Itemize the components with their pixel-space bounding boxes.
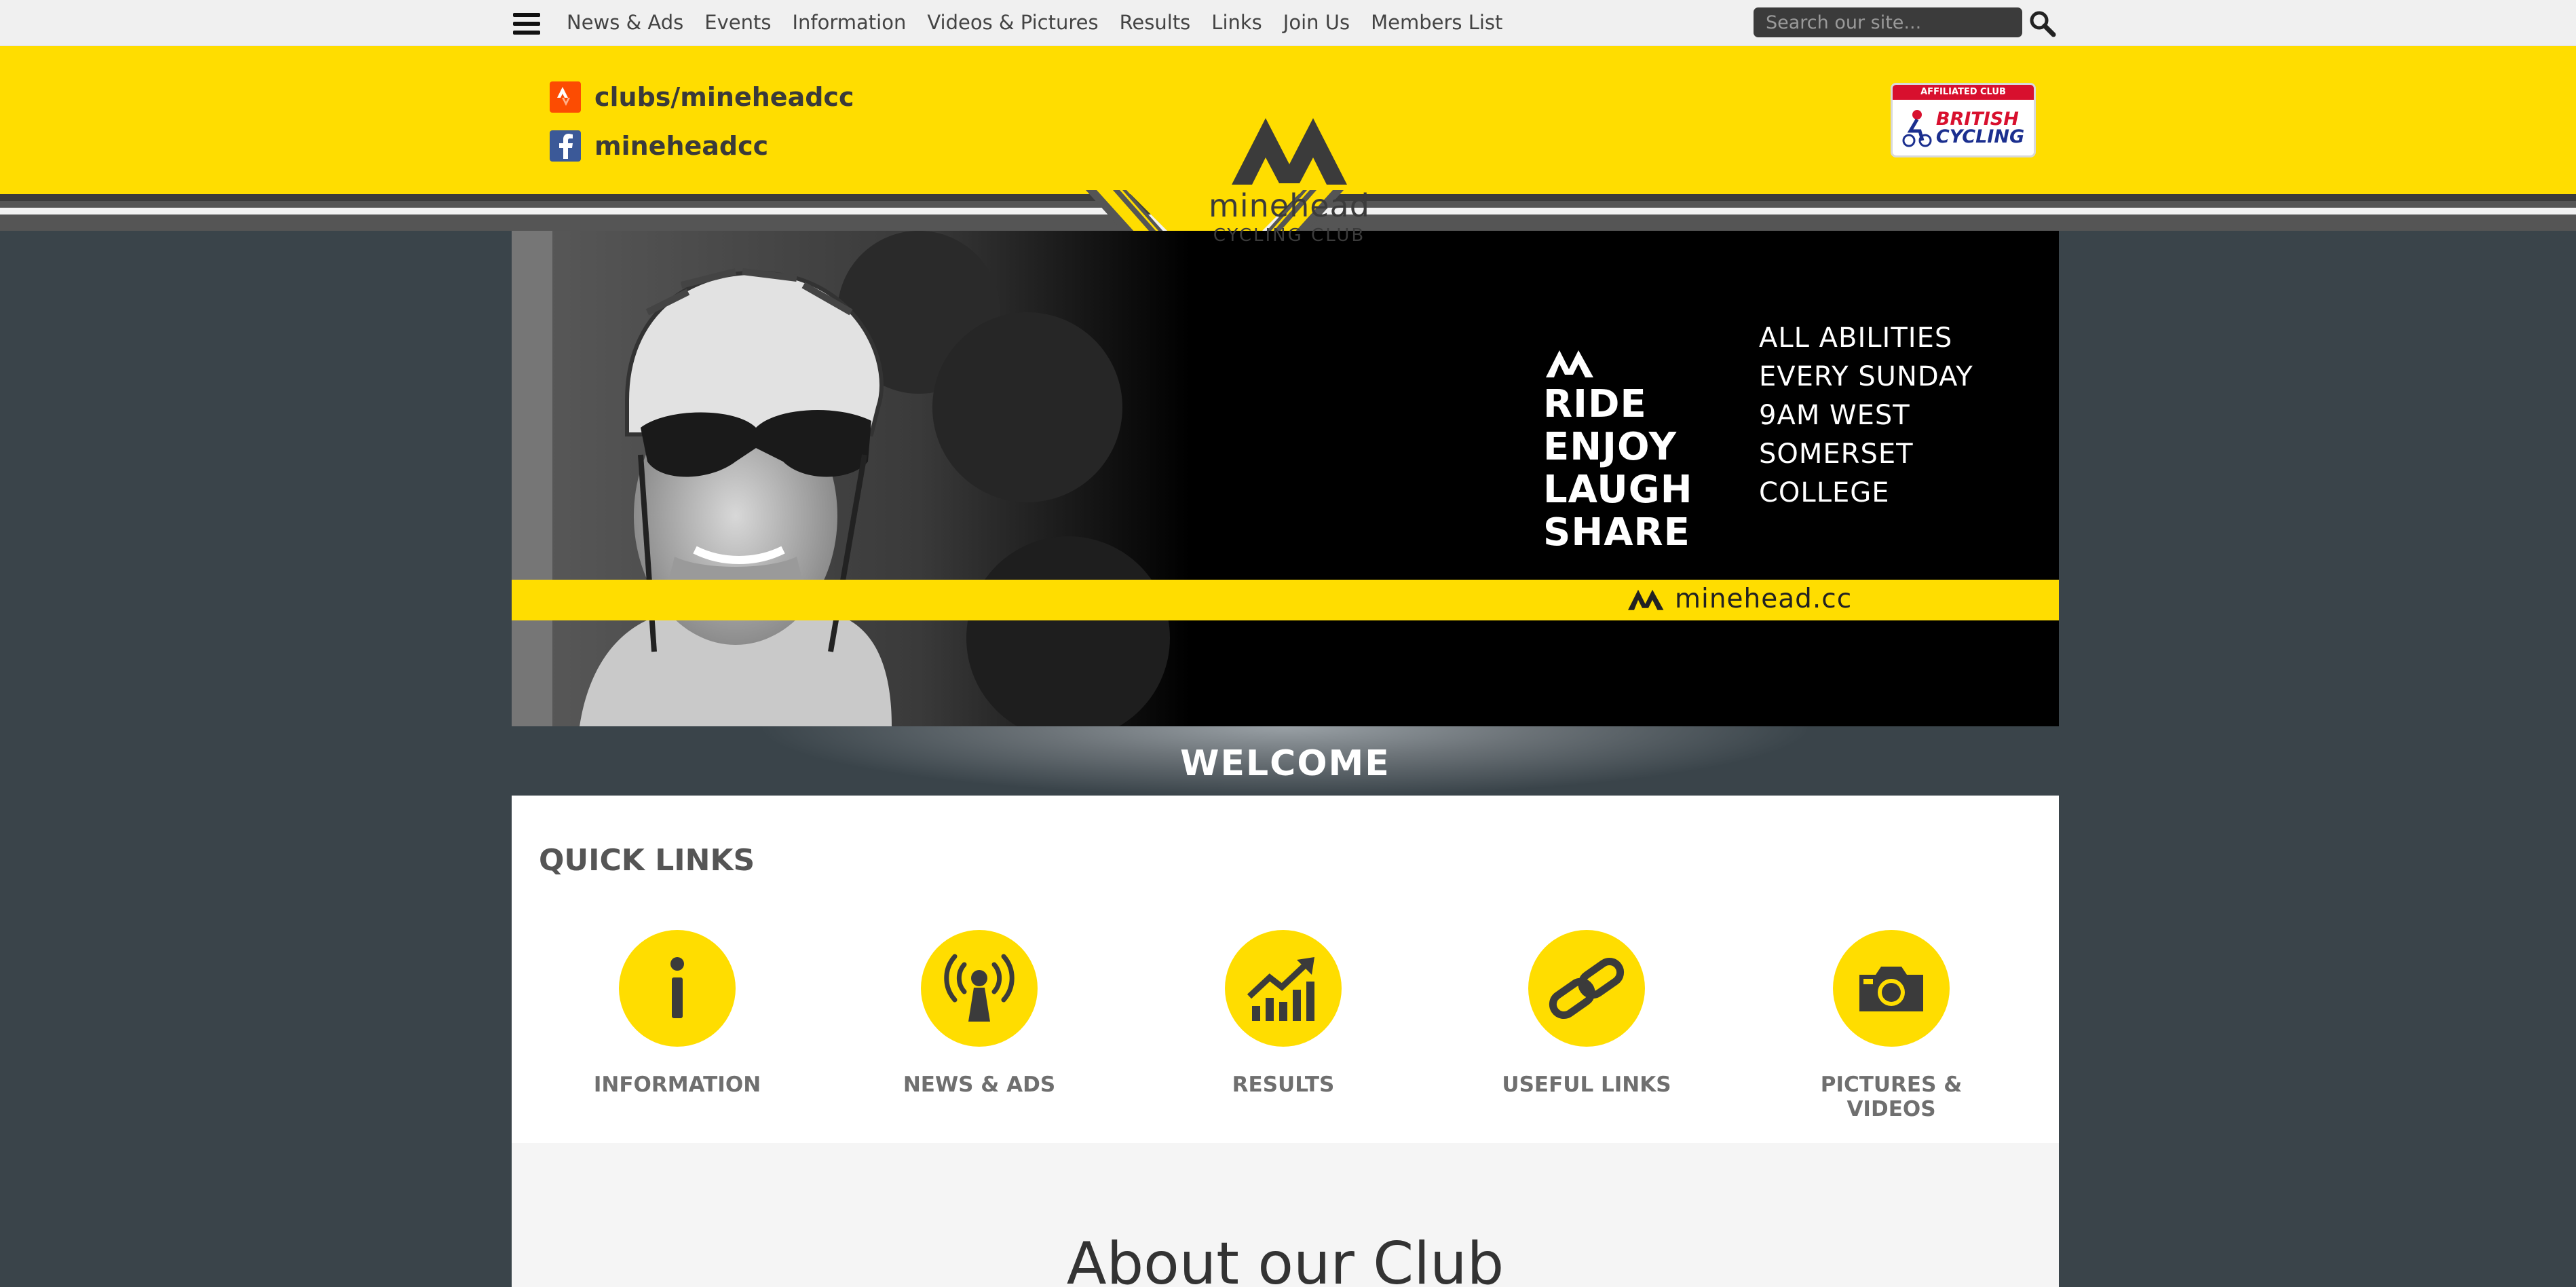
- info-icon: [619, 930, 736, 1047]
- banner-url: minehead.cc: [1626, 584, 1852, 614]
- search-icon[interactable]: [2028, 9, 2058, 39]
- motto-share: SHARE: [1543, 510, 1690, 555]
- info-line-4: SOMERSET: [1759, 439, 1914, 470]
- motto-enjoy: ENJOY: [1543, 425, 1678, 469]
- cyclist-icon: [1902, 110, 1932, 147]
- info-line-2: EVERY SUNDAY: [1759, 361, 1973, 392]
- banner-motto: RIDE ENJOY LAUGH SHARE: [1543, 346, 1693, 554]
- facebook-link[interactable]: mineheadcc: [550, 130, 768, 162]
- quick-link-label: NEWS & ADS: [903, 1072, 1056, 1097]
- info-line-1: ALL ABILITIES: [1759, 322, 1953, 354]
- nav-members-list[interactable]: Members List: [1371, 11, 1502, 34]
- nav-results[interactable]: Results: [1120, 11, 1191, 34]
- motto-ride: RIDE: [1543, 382, 1647, 426]
- motto-laugh: LAUGH: [1543, 468, 1693, 512]
- badge-line2: CYCLING: [1935, 126, 2025, 147]
- club-logo-small-icon: [1546, 350, 1593, 377]
- quick-links-title: QUICK LINKS: [539, 843, 755, 878]
- broadcast-icon: [921, 930, 1038, 1047]
- british-cycling-badge[interactable]: AFFILIATED CLUB BRITISH CYCLING: [1891, 83, 2036, 157]
- badge-top-text: AFFILIATED CLUB: [1893, 85, 2034, 100]
- quick-links-section: QUICK LINKS INFORMATION NEWS & ADS RESUL…: [512, 796, 2059, 1143]
- facebook-icon: [550, 130, 581, 162]
- club-logo[interactable]: minehead CYCLING CLUB: [1181, 95, 1398, 272]
- banner-url-text: minehead.cc: [1675, 584, 1853, 614]
- nav-events[interactable]: Events: [704, 11, 771, 34]
- quick-link-label: PICTURES & VIDEOS: [1820, 1072, 1963, 1121]
- menu-icon[interactable]: [513, 13, 540, 35]
- hero-banner: RIDE ENJOY LAUGH SHARE ALL ABILITIES EVE…: [512, 231, 2059, 726]
- quick-link-label: INFORMATION: [593, 1072, 761, 1097]
- quick-link-useful-links[interactable]: USEFUL LINKS: [1471, 930, 1702, 1097]
- quick-link-information[interactable]: INFORMATION: [562, 930, 793, 1097]
- top-nav: News & Ads Events Information Videos & P…: [0, 0, 2576, 46]
- club-logo-mark-icon: [1232, 118, 1347, 185]
- nav-links[interactable]: Links: [1211, 11, 1262, 34]
- nav-information[interactable]: Information: [792, 11, 906, 34]
- about-title: About our Club: [1066, 1230, 1504, 1287]
- link-icon: [1528, 930, 1645, 1047]
- camera-icon: [1833, 930, 1950, 1047]
- about-section: About our Club: [512, 1143, 2059, 1287]
- quick-link-label: USEFUL LINKS: [1502, 1072, 1671, 1097]
- info-line-5: COLLEGE: [1759, 477, 1890, 508]
- quick-link-results[interactable]: RESULTS: [1168, 930, 1399, 1097]
- quick-link-pictures-videos[interactable]: PICTURES & VIDEOS: [1776, 930, 2007, 1121]
- cyclist-photo: [512, 231, 1190, 726]
- strava-icon: [550, 81, 581, 113]
- welcome-bar: WELCOME: [512, 726, 2059, 796]
- info-line-3: 9AM WEST: [1759, 400, 1910, 431]
- facebook-handle: mineheadcc: [594, 131, 769, 161]
- strava-handle: clubs/mineheadcc: [594, 82, 854, 112]
- welcome-heading: WELCOME: [1180, 743, 1390, 784]
- banner-ride-info: ALL ABILITIES EVERY SUNDAY 9AM WEST SOME…: [1759, 319, 1973, 512]
- club-logo-url-icon: [1628, 589, 1664, 610]
- quick-link-news-ads[interactable]: NEWS & ADS: [864, 930, 1095, 1097]
- chart-icon: [1225, 930, 1342, 1047]
- quick-link-label: RESULTS: [1232, 1072, 1335, 1097]
- nav-videos-pictures[interactable]: Videos & Pictures: [927, 11, 1098, 34]
- logo-name: minehead: [1209, 187, 1370, 224]
- nav-news-ads[interactable]: News & Ads: [567, 11, 683, 34]
- search-input[interactable]: [1754, 7, 2022, 37]
- nav-links: News & Ads Events Information Videos & P…: [567, 0, 1502, 45]
- strava-link[interactable]: clubs/mineheadcc: [550, 81, 854, 113]
- logo-subtitle: CYCLING CLUB: [1213, 225, 1366, 246]
- nav-join-us[interactable]: Join Us: [1283, 11, 1350, 34]
